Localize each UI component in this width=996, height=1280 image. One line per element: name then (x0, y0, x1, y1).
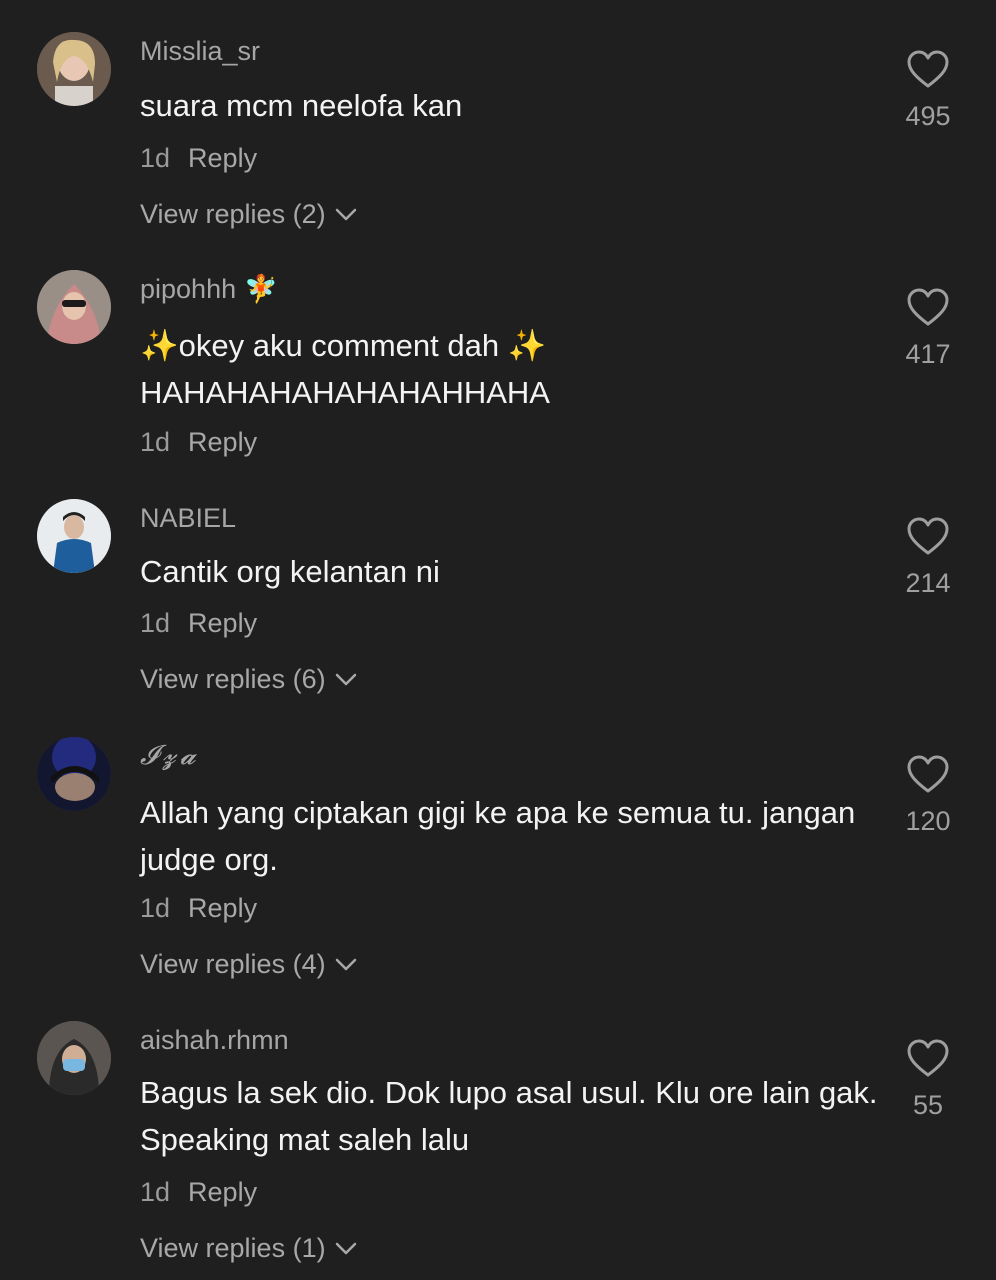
comment-time: 1d (140, 1177, 171, 1207)
view-replies-label: View replies (4) (140, 949, 326, 979)
comment-time: 1d (140, 608, 171, 638)
like-count: 120 (905, 806, 951, 836)
sparkles-emoji: ✨ (507, 328, 547, 363)
comment-text: suara mcm neelofa kan (140, 88, 463, 123)
fairy-emoji: 🧚 (244, 274, 278, 304)
comment-username[interactable]: pipohhh 🧚 (140, 272, 278, 306)
avatar[interactable] (37, 270, 111, 344)
comment-username[interactable]: aishah.rhmn (140, 1023, 289, 1057)
chevron-down-icon (334, 197, 358, 231)
heart-icon[interactable] (888, 517, 968, 562)
reply-button[interactable]: Reply (188, 427, 257, 457)
avatar-image (37, 499, 111, 573)
view-replies-button[interactable]: View replies (2) (140, 197, 358, 231)
like-count: 417 (905, 339, 951, 369)
reply-button[interactable]: Reply (188, 893, 257, 923)
comment-username[interactable]: Misslia_sr (140, 34, 260, 68)
chevron-down-icon (334, 1231, 358, 1265)
avatar-image (37, 270, 111, 344)
reply-button[interactable]: Reply (188, 608, 257, 638)
view-replies-label: View replies (6) (140, 664, 326, 694)
comment-text-main: okey aku comment dah (178, 328, 500, 363)
chevron-down-icon (334, 947, 358, 981)
comment-text: Bagus la sek dio. Dok lupo asal usul. Kl… (140, 1075, 878, 1157)
avatar-image (37, 32, 111, 106)
chevron-down-icon (334, 662, 358, 696)
avatar[interactable] (37, 499, 111, 573)
like-count: 214 (905, 568, 951, 598)
like-count: 495 (905, 101, 951, 131)
view-replies-button[interactable]: View replies (6) (140, 662, 358, 696)
view-replies-button[interactable]: View replies (1) (140, 1231, 358, 1265)
like-control[interactable]: 214 (888, 517, 968, 599)
heart-icon[interactable] (888, 755, 968, 800)
comment-text: Cantik org kelantan ni (140, 554, 440, 589)
view-replies-label: View replies (2) (140, 199, 326, 229)
like-control[interactable]: 417 (888, 288, 968, 370)
comment-meta: 1d Reply (140, 1175, 257, 1209)
like-control[interactable]: 495 (888, 50, 968, 132)
comment-meta: 1d Reply (140, 891, 257, 925)
comment-meta: 1d Reply (140, 425, 257, 459)
sparkles-emoji: ✨ (140, 328, 179, 363)
avatar[interactable] (37, 737, 111, 811)
comment-username[interactable]: NABIEL (140, 501, 236, 535)
comment-meta: 1d Reply (140, 141, 257, 175)
comment-time: 1d (140, 143, 171, 173)
reply-button[interactable]: Reply (188, 1177, 257, 1207)
comment-time: 1d (140, 427, 171, 457)
comment-username[interactable]: 𝓘𝔃𝓪 (140, 739, 200, 773)
like-control[interactable]: 120 (888, 755, 968, 837)
reply-button[interactable]: Reply (188, 143, 257, 173)
comment-time: 1d (140, 893, 171, 923)
comment-text-line: ✨okey aku comment dah ✨ (140, 322, 890, 369)
comment-text: Allah yang ciptakan gigi ke apa ke semua… (140, 795, 856, 877)
avatar-image (37, 737, 111, 811)
comment-meta: 1d Reply (140, 606, 257, 640)
comment-username-text: pipohhh (140, 274, 237, 304)
like-control[interactable]: 55 (888, 1039, 968, 1121)
avatar-image (37, 1021, 111, 1095)
heart-icon[interactable] (888, 288, 968, 333)
like-count: 55 (912, 1090, 944, 1120)
view-replies-button[interactable]: View replies (4) (140, 947, 358, 981)
comment-list: Misslia_sr suara mcm neelofa kan 1d Reply… (0, 0, 996, 1280)
comment-text-line: HAHAHAHAHAHAHAHHAHA (140, 375, 550, 410)
view-replies-label: View replies (1) (140, 1233, 326, 1263)
heart-icon[interactable] (888, 1039, 968, 1084)
avatar[interactable] (37, 32, 111, 106)
avatar[interactable] (37, 1021, 111, 1095)
comment-text: ✨okey aku comment dah ✨ HAHAHAHAHAHAHAHH… (140, 322, 890, 416)
heart-icon[interactable] (888, 50, 968, 95)
